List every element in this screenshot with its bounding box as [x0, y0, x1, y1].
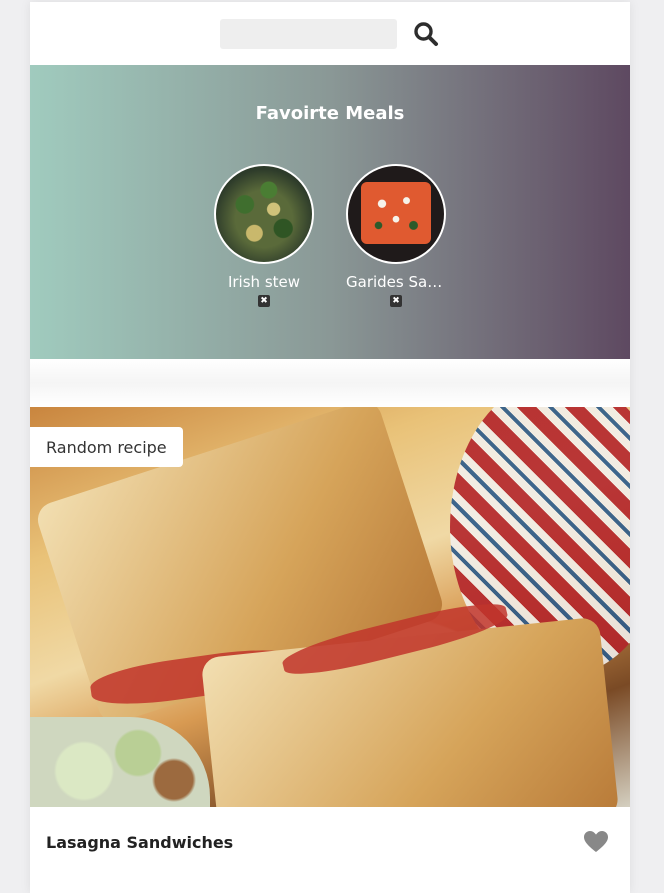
remove-favorite-button[interactable]: ✖: [390, 295, 402, 307]
random-meal-card: Random recipe Lasagna Sandwiches: [30, 407, 630, 877]
search-input[interactable]: [219, 18, 397, 49]
favorite-meal-item[interactable]: Garides Saganaki ✖: [346, 164, 446, 307]
random-meal-body: Lasagna Sandwiches: [30, 807, 630, 877]
remove-favorite-button[interactable]: ✖: [258, 295, 270, 307]
favorites-list: Irish stew ✖ Garides Saganaki ✖: [30, 164, 630, 307]
random-recipe-tag: Random recipe: [30, 427, 183, 467]
section-divider: [30, 359, 630, 407]
favorite-toggle-button[interactable]: [582, 828, 610, 856]
favorite-meal-item[interactable]: Irish stew ✖: [214, 164, 314, 307]
favorite-meal-image[interactable]: [214, 164, 314, 264]
favorite-meal-name: Garides Saganaki: [346, 273, 446, 291]
favorite-meal-image[interactable]: [346, 164, 446, 264]
heart-icon: [584, 831, 608, 852]
app-container: Favoirte Meals Irish stew ✖ Garides Saga…: [30, 2, 630, 893]
header: [30, 2, 630, 65]
search-icon: [413, 21, 438, 46]
random-meal-image[interactable]: Random recipe: [30, 407, 630, 807]
random-meal-title: Lasagna Sandwiches: [46, 832, 234, 852]
favorite-meal-name: Irish stew: [227, 273, 301, 291]
favorites-title: Favoirte Meals: [255, 103, 405, 124]
favorites-section: Favoirte Meals Irish stew ✖ Garides Saga…: [30, 65, 630, 359]
search-button[interactable]: [411, 19, 441, 49]
